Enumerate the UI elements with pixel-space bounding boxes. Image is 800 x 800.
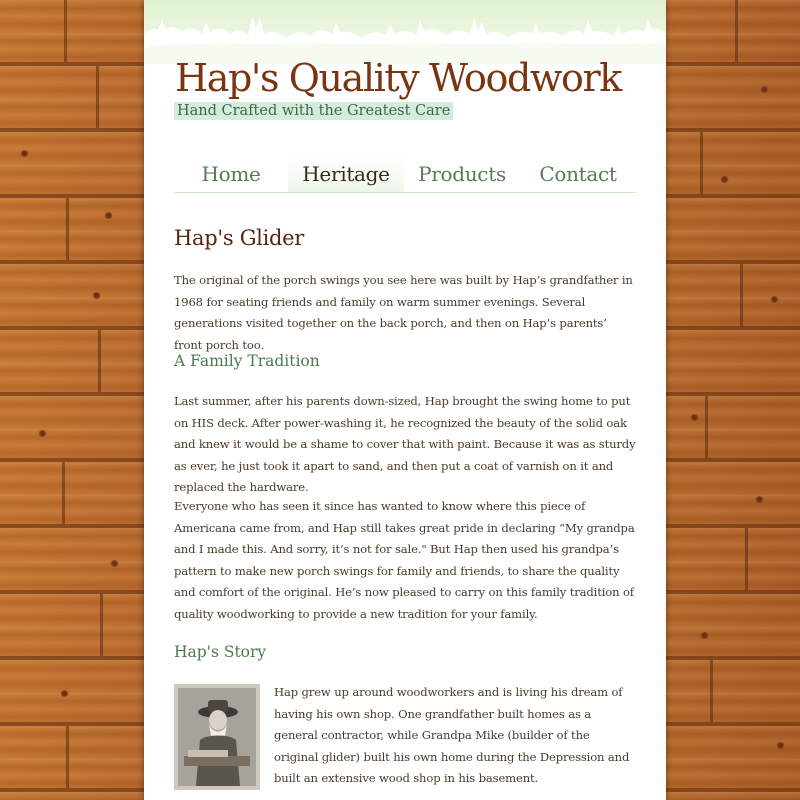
section-heading-haps-story: Hap's Story [174, 643, 267, 661]
grandpa-woodworker-photo-icon [178, 688, 256, 786]
tradition-paragraph-2: Everyone who has seen it since has wante… [174, 499, 635, 621]
intro-paragraph: The original of the porch swings you see… [174, 273, 633, 352]
article-title: Hap's Glider [174, 226, 305, 250]
nav-item-heritage[interactable]: Heritage [288, 156, 404, 192]
page-container: Hap's Quality Woodwork Hand Crafted with… [144, 0, 666, 800]
nav-item-contact[interactable]: Contact [520, 156, 636, 192]
site-title[interactable]: Hap's Quality Woodwork [175, 56, 622, 100]
tree-banner-icon [144, 16, 666, 64]
story-paragraph: Hap grew up around woodworkers and is li… [274, 685, 630, 786]
tradition-paragraph-1: Last summer, after his parents down-size… [174, 394, 636, 495]
main-nav: Home Heritage Products Contact [174, 156, 636, 193]
tree-silhouette-banner [144, 0, 666, 64]
nav-item-home[interactable]: Home [174, 156, 288, 192]
section-heading-family-tradition: A Family Tradition [174, 352, 320, 370]
grandpa-photo [174, 684, 260, 790]
site-tagline: Hand Crafted with the Greatest Care [174, 102, 454, 120]
nav-item-products[interactable]: Products [404, 156, 520, 192]
